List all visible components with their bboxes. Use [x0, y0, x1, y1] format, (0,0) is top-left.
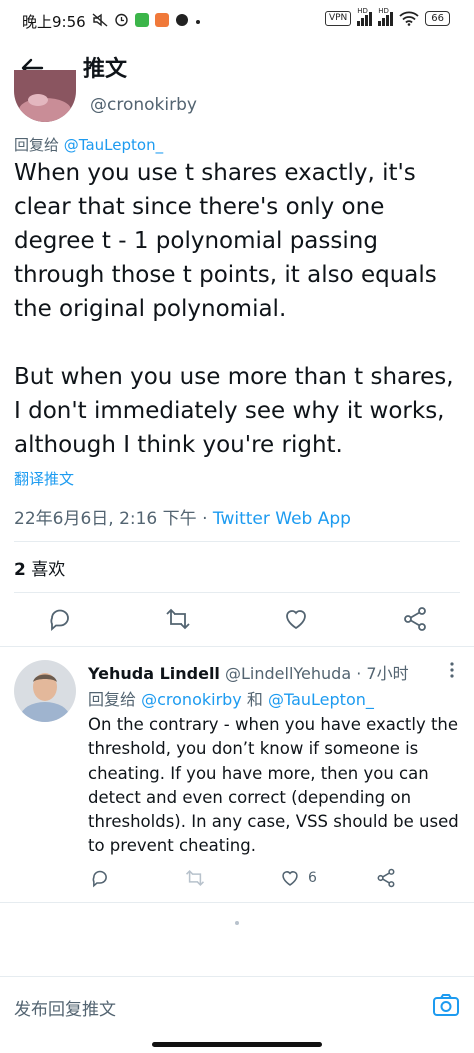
home-indicator[interactable]	[152, 1042, 322, 1047]
signal-label: HD	[357, 7, 368, 15]
reply-tweet[interactable]: Yehuda Lindell @LindellYehuda · 7小时 回复给 …	[0, 650, 474, 900]
signal-icon: HD	[357, 7, 373, 26]
reply-action-bar: 6	[88, 868, 408, 892]
status-icons-left	[92, 12, 201, 27]
status-bar: 晚上9:56 VPN HD HD 66	[0, 0, 474, 40]
like-button[interactable]: 6	[280, 868, 317, 888]
reply-to-line: 回复给 @cronokirby 和 @TauLepton_	[88, 686, 374, 710]
tweet-metadata: 22年6月6日, 2:16 下午 · Twitter Web App	[14, 504, 351, 529]
page-title: 推文	[83, 57, 128, 82]
app-notification-icon-orange	[155, 12, 169, 27]
reply-author-handle[interactable]: @LindellYehuda	[225, 664, 351, 683]
author-handle[interactable]: @cronokirby	[90, 95, 197, 115]
retweet-button[interactable]	[185, 868, 205, 888]
mute-icon	[92, 12, 108, 27]
like-icon	[282, 871, 298, 886]
compose-reply-input[interactable]: 发布回复推文	[14, 995, 116, 1020]
signal-label-2: HD	[378, 7, 389, 15]
tweet-datetime[interactable]: 22年6月6日, 2:16 下午	[14, 509, 197, 529]
reply-to-user-link[interactable]: @cronokirby	[141, 690, 242, 709]
loading-indicator	[235, 921, 239, 925]
meta-separator: ·	[202, 509, 208, 529]
like-icon[interactable]	[283, 606, 309, 632]
more-notifications-dot-icon	[196, 19, 200, 24]
reply-author-name[interactable]: Yehuda Lindell	[88, 664, 220, 683]
more-options-icon[interactable]	[444, 660, 460, 680]
app-notification-icon-green	[135, 12, 149, 27]
reply-button[interactable]	[90, 868, 110, 888]
reply-text: On the contrary - when you have exactly …	[88, 715, 459, 856]
reply-header: Yehuda Lindell @LindellYehuda · 7小时	[88, 660, 409, 684]
alarm-icon	[115, 13, 128, 27]
divider	[0, 902, 474, 903]
reply-to-user-link[interactable]: @TauLepton_	[64, 136, 163, 154]
tweet-client-link[interactable]: Twitter Web App	[213, 509, 351, 529]
tweet-action-bar	[0, 600, 474, 640]
status-time: 晚上9:56	[22, 13, 86, 31]
likes-label: 喜欢	[31, 560, 66, 580]
share-icon	[377, 868, 395, 888]
likes-count: 2	[14, 560, 26, 580]
reply-to-line: 回复给 @TauLepton_	[14, 134, 163, 155]
divider	[14, 541, 460, 542]
status-icons-right: VPN HD HD 66	[324, 7, 450, 26]
camera-icon[interactable]	[432, 993, 460, 1017]
compose-reply-bar[interactable]: 发布回复推文	[0, 976, 474, 1034]
reply-icon	[92, 870, 107, 888]
reply-icon[interactable]	[47, 606, 73, 632]
share-icon[interactable]	[402, 606, 428, 632]
retweet-icon	[185, 869, 205, 887]
avatar[interactable]	[14, 70, 76, 122]
reply-prefix: 回复给	[14, 136, 60, 154]
share-button[interactable]	[376, 868, 396, 888]
retweet-icon[interactable]	[165, 606, 191, 632]
wifi-icon	[399, 11, 419, 26]
reply-age: · 7小时	[356, 664, 409, 683]
translate-tweet-link[interactable]: 翻译推文	[14, 468, 74, 489]
like-count: 6	[308, 870, 317, 886]
divider	[0, 646, 474, 647]
avatar[interactable]	[14, 660, 76, 722]
reply-prefix: 回复给	[88, 690, 137, 709]
reply-to-user-link[interactable]: @TauLepton_	[268, 690, 374, 709]
app-notification-icon-dark	[176, 13, 188, 26]
divider	[14, 592, 460, 593]
likes-summary[interactable]: 2 喜欢	[14, 555, 65, 580]
tweet-text: When you use t shares exactly, it's clea…	[14, 160, 454, 458]
reply-and: 和	[246, 690, 263, 709]
battery-icon: 66	[425, 11, 450, 26]
vpn-badge: VPN	[324, 11, 352, 26]
signal-icon-2: HD	[378, 7, 394, 26]
